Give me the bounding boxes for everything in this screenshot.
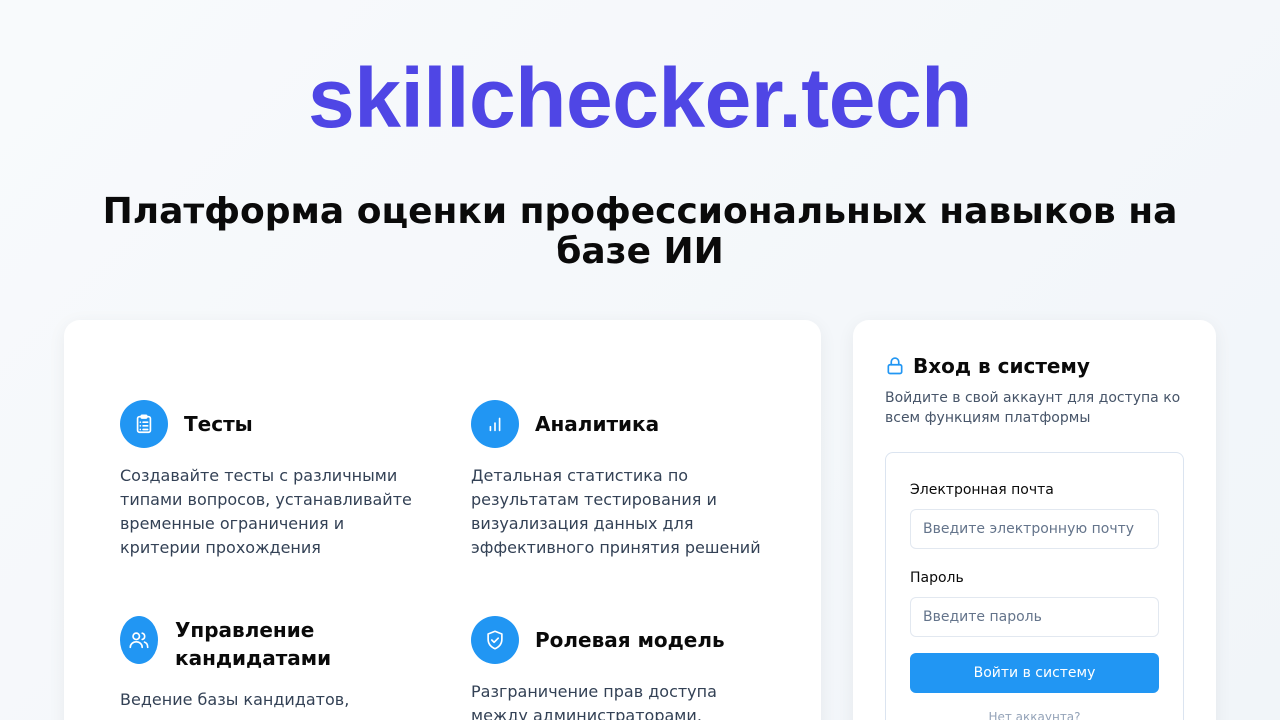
features-card: Тесты Создавайте тесты с различными типа…	[64, 320, 821, 720]
feature-title: Ролевая модель	[535, 628, 725, 652]
feature-description: Разграничение прав доступа между админис…	[471, 682, 717, 720]
login-form: Электронная почта Пароль Войти в систему…	[885, 452, 1184, 720]
feature-title: Управление кандидатами	[175, 618, 332, 670]
clipboard-list-icon	[120, 400, 168, 448]
feature-description: Ведение базы кандидатов,	[120, 690, 350, 709]
feature-title: Тесты	[184, 412, 253, 436]
email-field[interactable]	[910, 509, 1159, 549]
password-field[interactable]	[910, 597, 1159, 637]
login-header: Вход в систему	[885, 354, 1090, 378]
email-label: Электронная почта	[910, 482, 1054, 498]
feature-analytics: Аналитика Детальная статистика по резуль…	[471, 400, 771, 560]
feature-description: Детальная статистика по результатам тест…	[471, 466, 761, 557]
login-subtitle: Войдите в свой аккаунт для доступа ко вс…	[885, 390, 1181, 426]
brand-logo-text[interactable]: skillchecker.tech	[0, 52, 1280, 144]
page-headline: Платформа оценки профессиональных навыко…	[102, 191, 1178, 272]
feature-description: Создавайте тесты с различными типами воп…	[120, 466, 412, 557]
feature-tests: Тесты Создавайте тесты с различными типа…	[120, 400, 420, 560]
feature-candidates: Управление кандидатами Ведение базы канд…	[120, 616, 420, 720]
login-title: Вход в систему	[913, 354, 1090, 378]
feature-roles: Ролевая модель Разграничение прав доступ…	[471, 616, 771, 720]
bar-chart-icon	[471, 400, 519, 448]
lock-icon	[885, 356, 905, 376]
feature-title: Аналитика	[535, 412, 660, 436]
no-account-link[interactable]: Нет аккаунта?	[886, 709, 1183, 720]
password-label: Пароль	[910, 570, 964, 586]
login-card: Вход в систему Войдите в свой аккаунт дл…	[853, 320, 1216, 720]
login-button[interactable]: Войти в систему	[910, 653, 1159, 693]
shield-check-icon	[471, 616, 519, 664]
users-icon	[120, 616, 158, 664]
